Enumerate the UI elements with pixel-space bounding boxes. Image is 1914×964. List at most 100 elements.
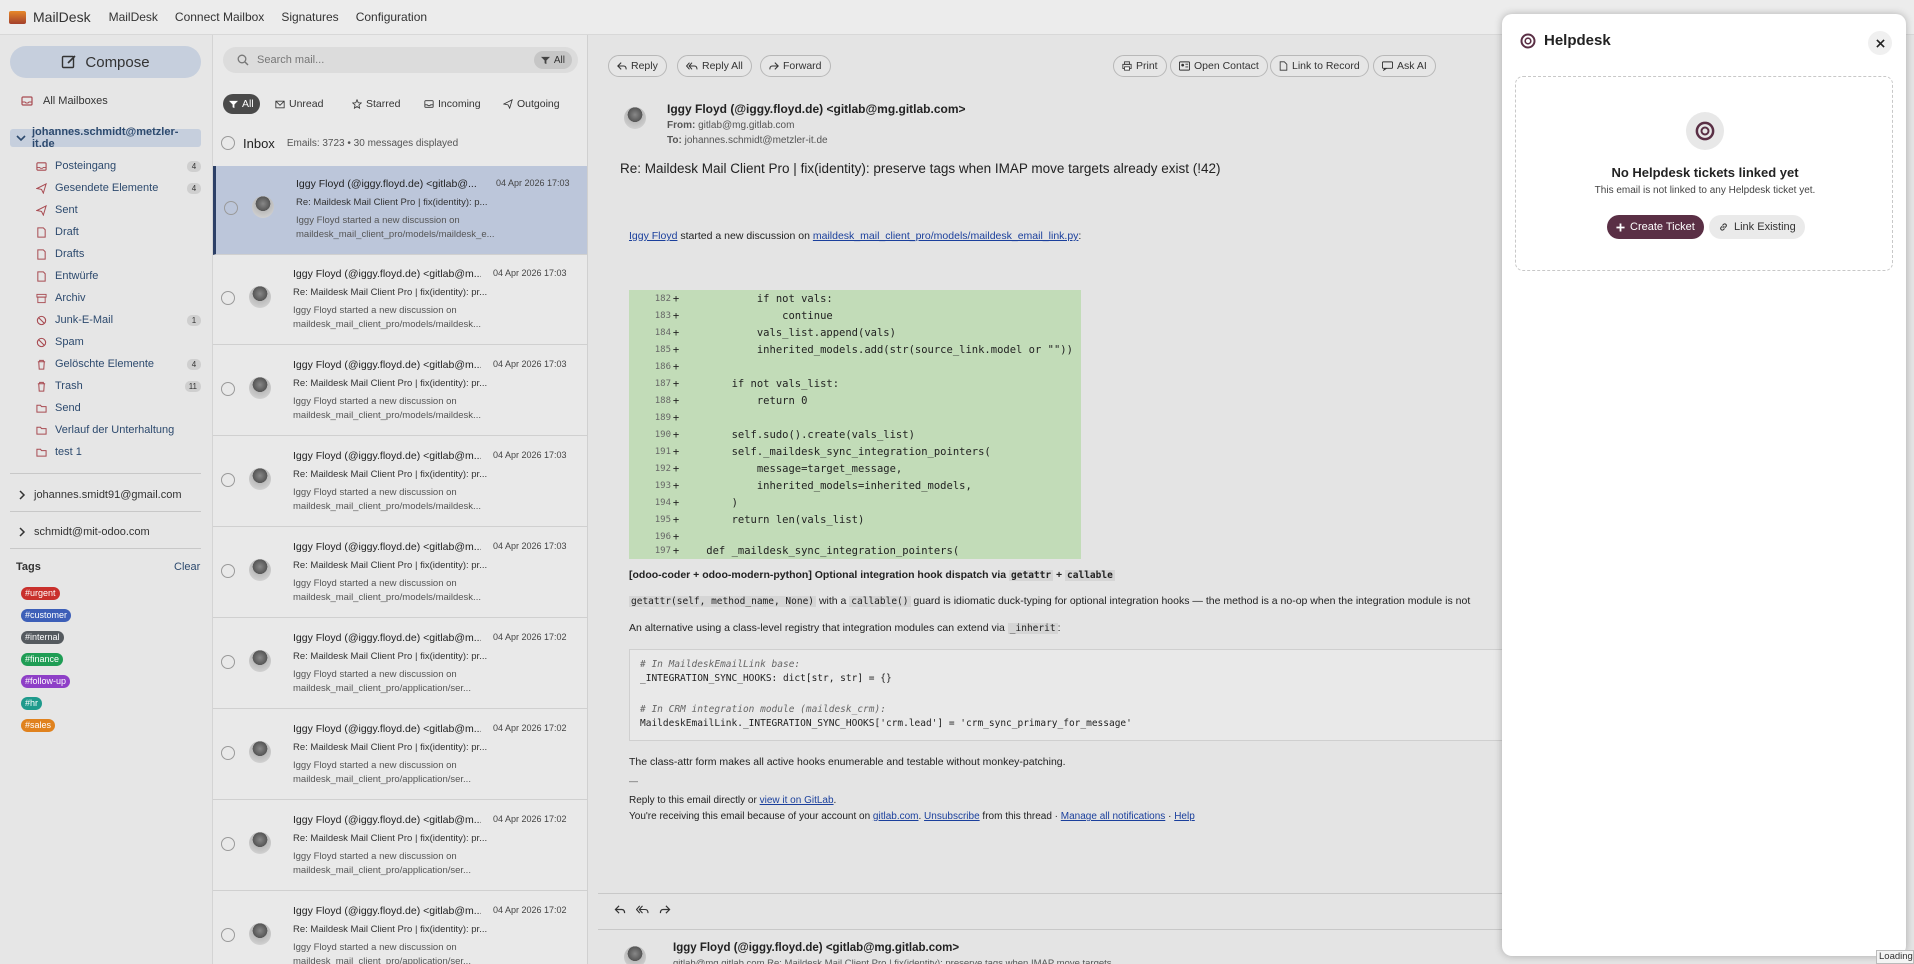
folder-archiv[interactable]: Archiv (36, 288, 201, 308)
account-primary[interactable]: johannes.schmidt@metzler-it.de (10, 126, 201, 150)
folder-trash[interactable]: Trash 11 (36, 376, 201, 396)
view-on-gitlab-link[interactable]: view it on GitLab (760, 795, 834, 806)
tags-clear-button[interactable]: Clear (174, 561, 200, 573)
link-existing-button[interactable]: Link Existing (1709, 215, 1805, 239)
list-item[interactable]: Iggy Floyd (@iggy.floyd.de) <gitlab@m...… (213, 256, 588, 345)
folder-count: 4 (187, 358, 201, 370)
select-radio[interactable] (221, 291, 235, 305)
reply-all-icon[interactable] (636, 904, 649, 915)
folder-entwuerfe[interactable]: Entwürfe (36, 266, 201, 286)
list-item[interactable]: Iggy Floyd (@iggy.floyd.de) <gitlab@m...… (213, 802, 588, 891)
print-button[interactable]: Print (1113, 55, 1167, 77)
line-number: 192 (654, 463, 671, 474)
line-number: 194 (654, 497, 671, 508)
chevron-down-icon (16, 135, 26, 142)
code-line: 194 + ) (629, 494, 1081, 511)
search-input[interactable]: Search mail... All (223, 47, 578, 73)
app-brand[interactable]: MailDesk (9, 9, 91, 25)
tag-customer[interactable]: #customer (21, 609, 72, 622)
reply-icon[interactable] (614, 904, 626, 915)
line-number: 193 (654, 480, 671, 491)
search-scope-button[interactable]: All (533, 51, 572, 69)
select-radio[interactable] (221, 655, 235, 669)
select-radio[interactable] (224, 201, 238, 215)
select-radio[interactable] (221, 746, 235, 760)
avatar (249, 377, 271, 399)
folder-label: Sent (55, 204, 78, 216)
create-ticket-button[interactable]: Create Ticket (1607, 215, 1704, 239)
email-preview: Iggy Floyd started a new discussion on m… (293, 396, 481, 421)
select-all-radio[interactable] (221, 136, 235, 150)
all-mailboxes[interactable]: All Mailboxes (21, 95, 108, 107)
filter-unread[interactable]: Unread (269, 94, 329, 114)
email-date: 04 Apr 2026 17:02 (493, 723, 567, 733)
select-radio[interactable] (221, 564, 235, 578)
list-item[interactable]: Iggy Floyd (@iggy.floyd.de) <gitlab@... … (213, 166, 588, 255)
list-item[interactable]: Iggy Floyd (@iggy.floyd.de) <gitlab@m...… (213, 893, 588, 964)
para2-text: with a (816, 595, 850, 607)
divider (10, 548, 201, 549)
folder-junk-e-mail[interactable]: Junk-E-Mail 1 (36, 310, 201, 330)
nav-maildesk[interactable]: MailDesk (109, 10, 158, 24)
reply-button[interactable]: Reply (608, 55, 667, 77)
filter-outgoing[interactable]: Outgoing (497, 94, 566, 114)
manage-notifications-link[interactable]: Manage all notifications (1061, 811, 1166, 822)
author-link[interactable]: Iggy Floyd (629, 230, 677, 242)
tag-follow-up[interactable]: #follow-up (21, 675, 71, 688)
account-gmail[interactable]: johannes.smidt91@gmail.com (18, 489, 182, 501)
list-item[interactable]: Iggy Floyd (@iggy.floyd.de) <gitlab@m...… (213, 620, 588, 709)
select-radio[interactable] (221, 382, 235, 396)
tag-urgent[interactable]: #urgent (21, 587, 60, 600)
select-radio[interactable] (221, 928, 235, 942)
folder-gesendete-elemente[interactable]: Gesendete Elemente 4 (36, 178, 201, 198)
gitlab-link[interactable]: gitlab.com (873, 811, 919, 822)
folder-verlauf-der-unterhaltung[interactable]: Verlauf der Unterhaltung (36, 420, 201, 440)
folder-draft[interactable]: Draft (36, 222, 201, 242)
nav-signatures[interactable]: Signatures (281, 10, 338, 24)
open-contact-label: Open Contact (1194, 60, 1259, 72)
forward-icon[interactable] (659, 904, 671, 915)
email-subject: Re: Maildesk Mail Client Pro | fix(ident… (293, 651, 488, 662)
tag-hr[interactable]: #hr (21, 697, 43, 710)
file-icon (37, 248, 46, 260)
line-code: vals_list.append(vals) (681, 326, 896, 339)
tag-finance[interactable]: #finance (21, 653, 64, 666)
forward-button[interactable]: Forward (760, 55, 831, 77)
sender-name: Iggy Floyd (@iggy.floyd.de) <gitlab@mg.g… (667, 102, 966, 116)
folder-send[interactable]: Send (36, 398, 201, 418)
folder-posteingang[interactable]: Posteingang 4 (36, 156, 201, 176)
unsubscribe-link[interactable]: Unsubscribe (924, 811, 980, 822)
file-link[interactable]: maildesk_mail_client_pro/models/maildesk… (813, 230, 1079, 242)
tag-sales[interactable]: #sales (21, 719, 56, 732)
plus-icon (1616, 222, 1625, 232)
folder-sent[interactable]: Sent (36, 200, 201, 220)
open-contact-button[interactable]: Open Contact (1170, 55, 1268, 77)
help-link[interactable]: Help (1174, 811, 1195, 822)
list-item[interactable]: Iggy Floyd (@iggy.floyd.de) <gitlab@m...… (213, 711, 588, 800)
line-number: 197 (654, 545, 671, 556)
nav-connect-mailbox[interactable]: Connect Mailbox (175, 10, 264, 24)
compose-button[interactable]: Compose (10, 46, 201, 78)
list-item[interactable]: Iggy Floyd (@iggy.floyd.de) <gitlab@m...… (213, 529, 588, 618)
nav-configuration[interactable]: Configuration (356, 10, 427, 24)
filter-incoming[interactable]: Incoming (418, 94, 487, 114)
tag-internal[interactable]: #internal (21, 631, 64, 644)
filter-all[interactable]: All (223, 94, 260, 114)
folder-drafts[interactable]: Drafts (36, 244, 201, 264)
select-radio[interactable] (221, 837, 235, 851)
trash-icon (37, 381, 46, 392)
account-mit-odoo[interactable]: schmidt@mit-odoo.com (18, 526, 150, 538)
link-to-record-button[interactable]: Link to Record (1270, 55, 1369, 77)
reply-all-button[interactable]: Reply All (677, 55, 752, 77)
folder-spam[interactable]: Spam (36, 332, 201, 352)
close-button[interactable] (1868, 31, 1892, 55)
folder-test-1[interactable]: test 1 (36, 442, 201, 462)
filter-starred[interactable]: Starred (346, 94, 406, 114)
list-item[interactable]: Iggy Floyd (@iggy.floyd.de) <gitlab@m...… (213, 438, 588, 527)
tags-clear-label: Clear (174, 561, 201, 573)
list-item[interactable]: Iggy Floyd (@iggy.floyd.de) <gitlab@m...… (213, 347, 588, 436)
folder-geloeschte-elemente[interactable]: Gelöschte Elemente 4 (36, 354, 201, 374)
forward-icon (769, 62, 779, 70)
ask-ai-button[interactable]: Ask AI (1373, 55, 1436, 77)
select-radio[interactable] (221, 473, 235, 487)
